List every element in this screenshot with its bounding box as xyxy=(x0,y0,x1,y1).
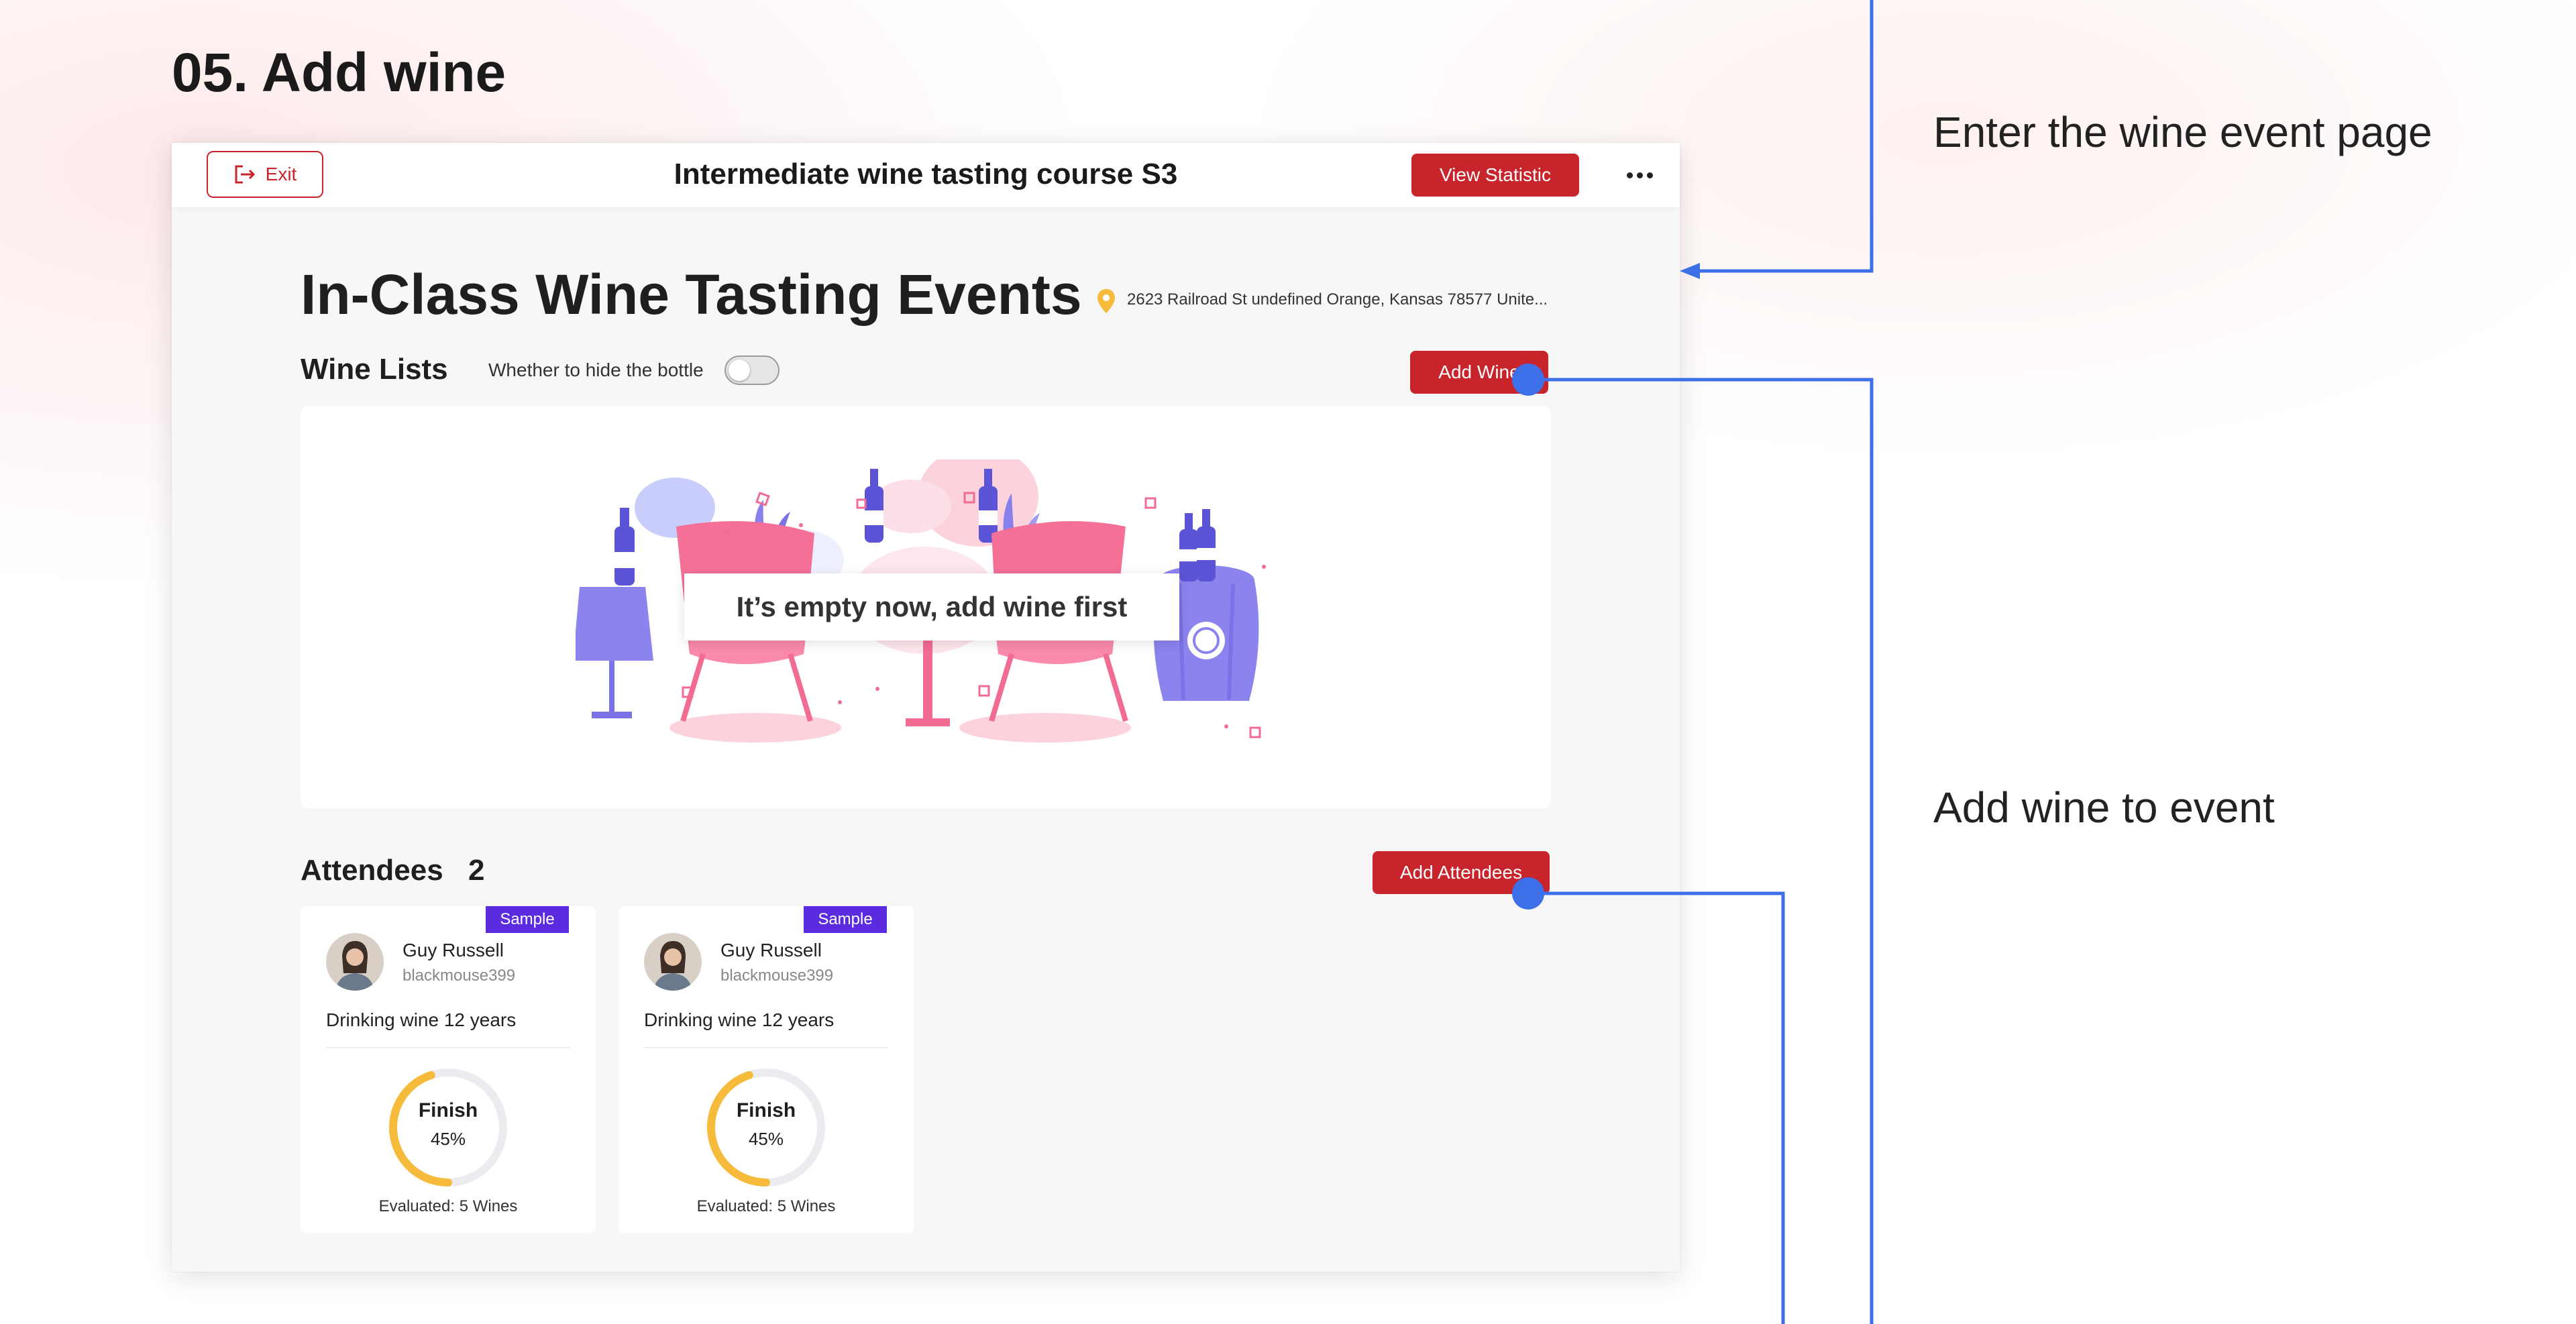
event-title: In-Class Wine Tasting Events xyxy=(301,263,1082,326)
app-window: Exit Intermediate wine tasting course S3… xyxy=(172,143,1680,1272)
avatar xyxy=(326,933,384,991)
hide-bottle-label: Whether to hide the bottle xyxy=(488,360,704,380)
attendee-card[interactable]: Sample Guy Russell blackmouse399 Drinkin… xyxy=(619,906,914,1233)
progress-status: Finish xyxy=(418,1099,478,1121)
location-pin-icon xyxy=(1097,289,1115,313)
sample-badge: Sample xyxy=(486,906,569,933)
add-wine-button[interactable]: Add Wine xyxy=(1410,351,1548,394)
evaluated-count: Evaluated: 5 Wines xyxy=(378,1197,518,1215)
view-statistic-button[interactable]: View Statistic xyxy=(1411,154,1579,197)
progress-percent: 45% xyxy=(430,1129,466,1149)
annotation-add-wine: Add wine to event xyxy=(1933,783,2275,832)
attendee-name: Guy Russell xyxy=(402,940,504,960)
evaluated-count: Evaluated: 5 Wines xyxy=(696,1197,836,1215)
avatar xyxy=(644,933,702,991)
section-title: 05. Add wine xyxy=(172,42,506,103)
progress-status: Finish xyxy=(736,1099,796,1121)
divider xyxy=(644,1047,888,1048)
hide-bottle-toggle[interactable] xyxy=(724,355,780,385)
attendee-description: Drinking wine 12 years xyxy=(326,1009,517,1030)
progress-ring xyxy=(389,1068,507,1187)
divider xyxy=(326,1047,570,1048)
empty-state-message: It’s empty now, add wine first xyxy=(684,573,1179,641)
top-bar: Exit Intermediate wine tasting course S3… xyxy=(172,143,1680,207)
progress-ring xyxy=(707,1068,825,1187)
event-address: 2623 Railroad St undefined Orange, Kansa… xyxy=(1127,290,1548,309)
attendee-username: blackmouse399 xyxy=(402,967,516,985)
attendee-name: Guy Russell xyxy=(720,940,822,960)
progress-percent: 45% xyxy=(748,1129,784,1149)
toggle-knob xyxy=(729,360,750,381)
wine-lists-heading: Wine Lists xyxy=(301,353,448,386)
annotation-enter-event: Enter the wine event page xyxy=(1933,108,2432,156)
add-attendees-button[interactable]: Add Attendees xyxy=(1373,851,1550,894)
more-horizontal-icon[interactable] xyxy=(1621,162,1658,188)
attendee-description: Drinking wine 12 years xyxy=(644,1009,835,1030)
attendee-card[interactable]: Sample Guy Russell blackmouse399 Drinkin… xyxy=(301,906,596,1233)
attendee-username: blackmouse399 xyxy=(720,967,834,985)
wine-list-panel: It’s empty now, add wine first xyxy=(301,406,1551,808)
attendees-count: 2 xyxy=(468,854,485,887)
sample-badge: Sample xyxy=(804,906,887,933)
attendees-heading: Attendees xyxy=(301,854,443,887)
